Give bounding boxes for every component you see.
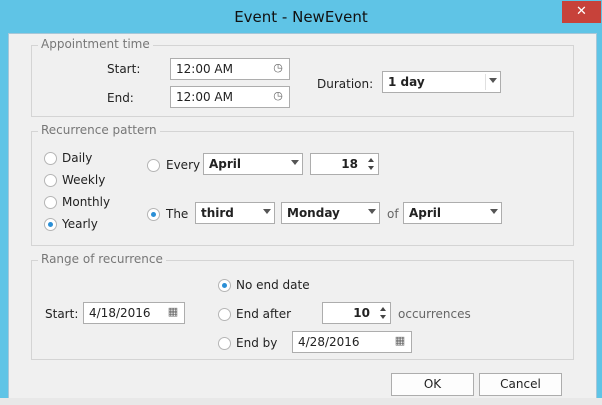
of-month-value: April: [409, 206, 442, 220]
chevron-down-icon[interactable]: [368, 209, 376, 214]
chevron-down-icon[interactable]: [291, 160, 299, 165]
start-time-field[interactable]: 12:00 AM ◷: [170, 58, 290, 80]
appointment-time-title: Appointment time: [38, 37, 153, 51]
weekday-dropdown[interactable]: Monday: [281, 202, 380, 224]
close-icon: ✕: [576, 4, 587, 19]
ordinal-dropdown[interactable]: third: [195, 202, 275, 224]
cancel-button[interactable]: Cancel: [479, 373, 562, 396]
radio-the[interactable]: [147, 208, 160, 221]
end-time-value: 12:00 AM: [176, 90, 233, 104]
every-day-value: 18: [341, 157, 358, 171]
duration-dropdown[interactable]: 1 day: [382, 71, 501, 93]
clock-icon[interactable]: ◷: [271, 89, 285, 103]
stepper-up-icon[interactable]: [380, 307, 386, 311]
of-month-dropdown[interactable]: April: [403, 202, 502, 224]
start-time-label: Start:: [107, 62, 141, 76]
clock-icon[interactable]: ◷: [271, 61, 285, 75]
stepper-up-icon[interactable]: [368, 158, 374, 162]
weekly-label[interactable]: Weekly: [62, 173, 105, 187]
event-window: Event - NewEvent ✕ Appointment time Star…: [0, 0, 602, 405]
range-of-recurrence-group: Range of recurrence Start: 4/18/2016 ▦ N…: [31, 252, 574, 360]
radio-every[interactable]: [147, 159, 160, 172]
end-after-label[interactable]: End after: [236, 307, 291, 321]
chevron-down-icon[interactable]: [489, 78, 497, 83]
weekday-value: Monday: [287, 206, 340, 220]
dialog-body: Appointment time Start: 12:00 AM ◷ End: …: [8, 33, 597, 401]
daily-label[interactable]: Daily: [62, 151, 92, 165]
the-label[interactable]: The: [166, 207, 188, 221]
duration-label: Duration:: [317, 77, 374, 91]
close-button[interactable]: ✕: [562, 1, 601, 23]
end-after-stepper[interactable]: 10: [322, 302, 391, 324]
end-by-label[interactable]: End by: [236, 336, 277, 350]
no-end-date-label[interactable]: No end date: [236, 278, 310, 292]
end-by-value: 4/28/2016: [298, 335, 360, 349]
radio-yearly[interactable]: [44, 218, 57, 231]
every-label[interactable]: Every: [166, 158, 200, 172]
yearly-label[interactable]: Yearly: [62, 217, 98, 231]
end-time-field[interactable]: 12:00 AM ◷: [170, 86, 290, 108]
radio-no-end-date[interactable]: [218, 279, 231, 292]
chevron-down-icon[interactable]: [490, 209, 498, 214]
calendar-icon[interactable]: ▦: [166, 305, 180, 319]
range-start-label: Start:: [45, 307, 79, 321]
range-of-recurrence-title: Range of recurrence: [38, 252, 166, 266]
window-title: Event - NewEvent: [234, 8, 368, 26]
taskbar-strip: [0, 398, 602, 405]
end-after-value: 10: [353, 306, 370, 320]
range-start-value: 4/18/2016: [89, 306, 151, 320]
start-time-value: 12:00 AM: [176, 62, 233, 76]
recurrence-pattern-group: Recurrence pattern Daily Weekly Monthly …: [31, 123, 574, 246]
appointment-time-group: Appointment time Start: 12:00 AM ◷ End: …: [31, 37, 574, 117]
monthly-label[interactable]: Monthly: [62, 195, 110, 209]
recurrence-pattern-title: Recurrence pattern: [38, 123, 160, 137]
every-month-dropdown[interactable]: April: [203, 153, 303, 175]
range-start-field[interactable]: 4/18/2016 ▦: [83, 302, 185, 324]
ok-button[interactable]: OK: [391, 373, 474, 396]
radio-end-by[interactable]: [218, 337, 231, 350]
calendar-icon[interactable]: ▦: [393, 334, 407, 348]
end-by-field[interactable]: 4/28/2016 ▦: [292, 331, 412, 353]
chevron-down-icon[interactable]: [263, 209, 271, 214]
every-month-value: April: [209, 157, 242, 171]
of-label: of: [387, 207, 399, 221]
occurrences-label: occurrences: [398, 307, 471, 321]
dropdown-separator: [485, 74, 486, 90]
duration-value: 1 day: [388, 75, 425, 89]
radio-monthly[interactable]: [44, 196, 57, 209]
ordinal-value: third: [201, 206, 234, 220]
radio-weekly[interactable]: [44, 174, 57, 187]
end-time-label: End:: [107, 91, 134, 105]
radio-end-after[interactable]: [218, 308, 231, 321]
stepper-down-icon[interactable]: [368, 166, 374, 170]
stepper-down-icon[interactable]: [380, 315, 386, 319]
every-day-stepper[interactable]: 18: [310, 153, 379, 175]
radio-daily[interactable]: [44, 152, 57, 165]
